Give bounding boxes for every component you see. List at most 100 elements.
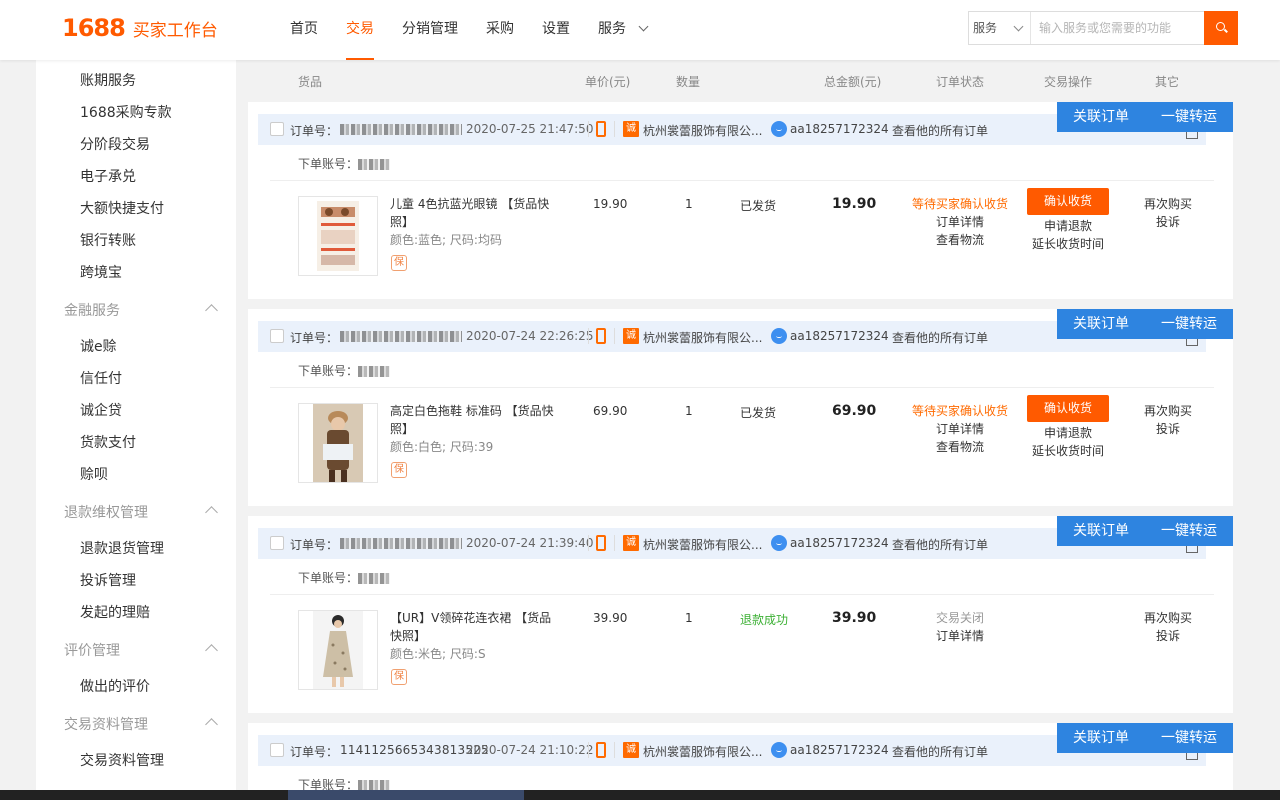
sidebar-item-purchase-fund[interactable]: 1688采购专款 [80,102,172,122]
sidebar-item-my-reviews[interactable]: 做出的评价 [80,676,150,696]
sidebar-item-cross-border[interactable]: 跨境宝 [80,262,122,282]
chat-icon[interactable] [771,535,787,551]
product-image-glasses [317,201,359,271]
one-click-forward-button[interactable]: 一键转运 [1145,102,1233,132]
nav-purchase[interactable]: 采购 [472,0,528,60]
sidebar-item-trust-pay[interactable]: 信任付 [80,368,122,388]
sidebar-item-e-acceptance[interactable]: 电子承兑 [80,166,136,186]
shop-name[interactable]: 杭州裳蕾服饰有限公... [643,122,762,139]
view-all-orders-link[interactable]: 查看他的所有订单 [892,329,988,346]
one-click-forward-button[interactable]: 一键转运 [1145,516,1233,546]
product-thumbnail[interactable] [298,196,378,276]
chat-icon[interactable] [771,742,787,758]
extend-receipt-link[interactable]: 延长收货时间 [1020,442,1116,460]
other-actions: 再次购买 投诉 [1132,609,1204,645]
sidebar-item-chengeshe[interactable]: 诚e赊 [80,336,117,356]
rebuy-link[interactable]: 再次购买 [1132,402,1204,420]
shop-name[interactable]: 杭州裳蕾服饰有限公... [643,536,762,553]
search-scope-select[interactable]: 服务 [969,12,1031,44]
product-name[interactable]: 高定白色拖鞋 标准码 【货品快照】 [390,402,562,438]
taskbar-tab[interactable] [288,790,524,800]
quantity: 1 [685,197,693,211]
confirm-receipt-button[interactable]: 确认收货 [1027,395,1109,422]
one-click-forward-button[interactable]: 一键转运 [1145,309,1233,339]
product-thumbnail[interactable] [298,610,378,690]
link-order-button[interactable]: 关联订单 [1057,102,1145,132]
shop-name[interactable]: 杭州裳蕾服饰有限公... [643,329,762,346]
order-detail-link[interactable]: 订单详情 [898,420,1022,438]
one-click-forward-button[interactable]: 一键转运 [1145,723,1233,753]
order-checkbox[interactable] [270,122,284,136]
order-checkbox[interactable] [270,536,284,550]
sidebar-item-bank-transfer[interactable]: 银行转账 [80,230,136,250]
sidebar-section-reviews[interactable]: 评价管理 [64,640,220,660]
sidebar-item-trade-data-manage[interactable]: 交易资料管理 [80,750,164,770]
col-goods: 货品 [298,75,323,89]
logistics-link[interactable]: 查看物流 [898,438,1022,456]
complain-link[interactable]: 投诉 [1132,627,1204,645]
product-name[interactable]: 【UR】V领碎花连衣裙 【货品快照】 [390,609,562,645]
extend-receipt-link[interactable]: 延长收货时间 [1020,235,1116,253]
sidebar-item-claims[interactable]: 发起的理赔 [80,602,150,622]
sidebar-section-trade-data[interactable]: 交易资料管理 [64,714,220,734]
link-order-button[interactable]: 关联订单 [1057,723,1145,753]
order-detail-link[interactable]: 订单详情 [898,213,1022,231]
product-thumbnail[interactable] [298,403,378,483]
product-name[interactable]: 儿童 4色抗蓝光眼镜 【货品快照】 [390,195,562,231]
chat-icon[interactable] [771,328,787,344]
rebuy-link[interactable]: 再次购买 [1132,195,1204,213]
view-all-orders-link[interactable]: 查看他的所有订单 [892,536,988,553]
nav-services[interactable]: 服务 [584,0,661,60]
nav-home[interactable]: 首页 [276,0,332,60]
sidebar-section-label: 交易资料管理 [64,717,148,733]
sidebar-item-large-payment[interactable]: 大额快捷支付 [80,198,164,218]
nav-trade[interactable]: 交易 [332,0,388,60]
unit-price: 69.90 [593,404,628,418]
search-input[interactable] [1031,12,1204,44]
order-list: 货品 单价(元) 数量 总金额(元) 订单状态 交易操作 其它 订单号： 202… [248,60,1233,790]
chevron-down-icon [1013,21,1024,32]
search-button[interactable] [1204,11,1238,45]
seller-account[interactable]: aa18257172324 [790,329,889,343]
divider [270,387,1214,388]
order-checkbox[interactable] [270,329,284,343]
sidebar-item-goods-payment[interactable]: 货款支付 [80,432,136,452]
sidebar-item-staged-trade[interactable]: 分阶段交易 [80,134,150,154]
seller-account[interactable]: aa18257172324 [790,536,889,550]
col-operation: 交易操作 [1044,75,1093,89]
order-card: 订单号： 1141125665343813525 2020-07-24 21:1… [248,723,1233,790]
sidebar-section-refund[interactable]: 退款维权管理 [64,502,220,522]
nav-distribution[interactable]: 分销管理 [388,0,472,60]
apply-refund-link[interactable]: 申请退款 [1020,217,1116,235]
link-order-button[interactable]: 关联订单 [1057,516,1145,546]
order-date: 2020-07-24 21:10:22 [466,743,594,757]
complain-link[interactable]: 投诉 [1132,420,1204,438]
unit-price: 19.90 [593,197,628,211]
sidebar-item-shebei[interactable]: 赊呗 [80,464,108,484]
rebuy-link[interactable]: 再次购买 [1132,609,1204,627]
order-detail-link[interactable]: 订单详情 [898,627,1022,645]
seller-account[interactable]: aa18257172324 [790,122,889,136]
sidebar-item-credit-period[interactable]: 账期服务 [80,70,136,90]
mobile-order-icon [596,328,606,344]
nav-settings[interactable]: 设置 [528,0,584,60]
link-order-button[interactable]: 关联订单 [1057,309,1145,339]
seller-account[interactable]: aa18257172324 [790,743,889,757]
sidebar-item-complaints[interactable]: 投诉管理 [80,570,136,590]
apply-refund-link[interactable]: 申请退款 [1020,424,1116,442]
view-all-orders-link[interactable]: 查看他的所有订单 [892,122,988,139]
order-action-buttons: 关联订单 一键转运 [1057,309,1233,339]
chat-icon[interactable] [771,121,787,137]
order-card: 订单号： 2020-07-24 22:26:25 诚 杭州裳蕾服饰有限公... … [248,309,1233,506]
shop-name[interactable]: 杭州裳蕾服饰有限公... [643,743,762,760]
shop-badge-icon: 诚 [623,121,639,137]
sidebar-section-finance[interactable]: 金融服务 [64,300,220,320]
sidebar-item-refund-return[interactable]: 退款退货管理 [80,538,164,558]
confirm-receipt-button[interactable]: 确认收货 [1027,188,1109,215]
brand-logo[interactable]: 1688 买家工作台 [62,14,218,42]
logistics-link[interactable]: 查看物流 [898,231,1022,249]
order-checkbox[interactable] [270,743,284,757]
view-all-orders-link[interactable]: 查看他的所有订单 [892,743,988,760]
complain-link[interactable]: 投诉 [1132,213,1204,231]
sidebar-item-enterprise-loan[interactable]: 诚企贷 [80,400,122,420]
